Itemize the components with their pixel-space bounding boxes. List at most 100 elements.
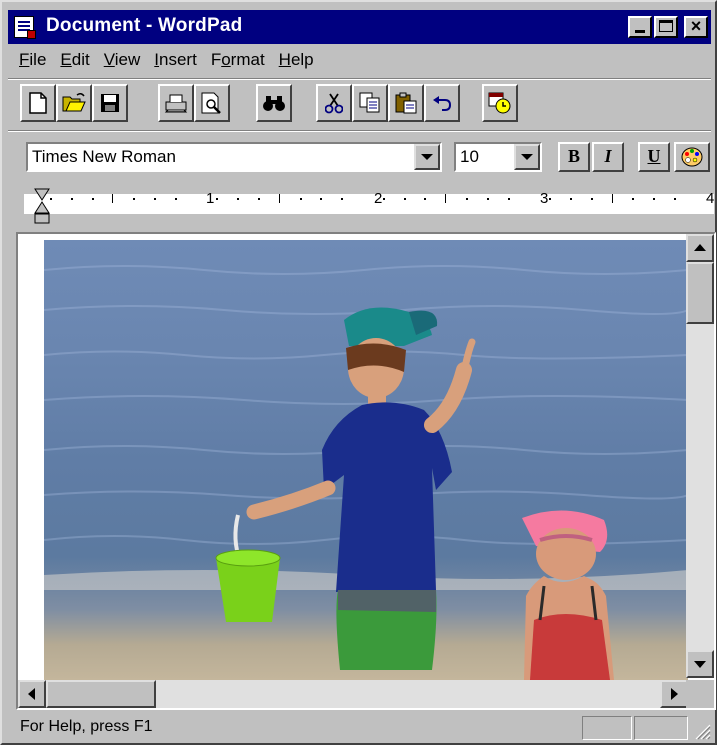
ruler-number-4: 4 (706, 190, 715, 207)
document-area[interactable] (16, 232, 716, 710)
menu-help[interactable]: Help (272, 48, 321, 70)
ruler-tick (174, 198, 177, 200)
print-button[interactable] (158, 84, 194, 122)
paste-button[interactable] (388, 84, 424, 122)
horizontal-scrollbar[interactable] (18, 680, 688, 708)
resize-grip-icon[interactable] (693, 722, 711, 740)
scroll-right-button[interactable] (660, 680, 688, 708)
format-bar: Times New Roman 10 B I U (2, 138, 717, 178)
italic-icon: I (604, 146, 612, 166)
embedded-photo[interactable] (44, 240, 688, 680)
font-size-combo[interactable]: 10 (454, 142, 542, 172)
italic-button[interactable]: I (592, 142, 624, 172)
find-icon (263, 96, 285, 111)
close-icon: × (690, 16, 702, 36)
ruler-tick (507, 198, 510, 200)
font-size-value: 10 (460, 147, 479, 166)
menu-file[interactable]: File (12, 48, 53, 70)
save-icon (101, 94, 119, 112)
ruler-tick (70, 198, 73, 200)
scrollbar-corner (686, 680, 714, 708)
status-panel-2 (634, 716, 688, 740)
ruler-tick (258, 198, 260, 200)
font-name-combo[interactable]: Times New Roman (26, 142, 442, 172)
ruler-tick (341, 198, 344, 200)
ruler-tick (112, 194, 114, 203)
ruler-tick (154, 198, 156, 200)
ruler-tick (91, 198, 94, 200)
green-bucket (215, 514, 281, 622)
font-name-dropdown-button[interactable] (414, 144, 440, 170)
status-panel-1 (582, 716, 632, 740)
girl-figure (522, 510, 614, 680)
ruler-tick (632, 198, 635, 200)
color-button[interactable] (674, 142, 710, 172)
boy-figure (246, 307, 476, 670)
insert-datetime-icon (488, 92, 511, 114)
title-bar[interactable]: Document - WordPad × (8, 10, 711, 44)
copy-icon (359, 92, 380, 113)
ruler-tick (424, 198, 427, 200)
ruler-tick (320, 198, 323, 200)
wordpad-window: Document - WordPad × File Edit View Insert F… (0, 0, 717, 745)
cut-icon (325, 93, 343, 114)
ruler-tick (674, 198, 676, 200)
ruler-tick (237, 198, 240, 200)
print-icon (164, 94, 188, 113)
ruler-tick (403, 198, 406, 200)
ruler-tick (590, 198, 593, 200)
new-icon (29, 92, 47, 114)
new-button[interactable] (20, 84, 56, 122)
wordpad-document-icon[interactable] (14, 16, 36, 39)
open-button[interactable] (56, 84, 92, 122)
insert-datetime-button[interactable] (482, 84, 518, 122)
cut-button[interactable] (316, 84, 352, 122)
maximize-button[interactable] (654, 16, 678, 38)
ruler-number-2: 2 (374, 190, 383, 207)
indent-marker-icon[interactable] (34, 188, 50, 226)
color-palette-icon (681, 147, 703, 167)
ruler-tick (445, 194, 447, 203)
minimize-button[interactable] (628, 16, 652, 38)
open-icon (62, 93, 86, 112)
print-preview-button[interactable] (194, 84, 230, 122)
print-preview-icon (201, 92, 221, 114)
beach-photo-image (44, 265, 688, 680)
save-button[interactable] (92, 84, 128, 122)
copy-button[interactable] (352, 84, 388, 122)
find-button[interactable] (256, 84, 292, 122)
ruler-tick (570, 198, 572, 200)
vertical-scrollbar[interactable] (686, 234, 714, 678)
scroll-down-button[interactable] (686, 650, 714, 678)
menu-format[interactable]: Format (204, 48, 272, 70)
menu-bar: File Edit View Insert Format Help (12, 48, 321, 76)
status-help-text: For Help, press F1 (20, 718, 153, 735)
horizontal-scroll-thumb[interactable] (46, 680, 156, 708)
undo-icon (433, 96, 452, 111)
ruler-tick (549, 198, 552, 200)
ruler-strip (24, 194, 714, 214)
ruler-number-3: 3 (540, 190, 549, 207)
scroll-up-button[interactable] (686, 234, 714, 262)
undo-button[interactable] (424, 84, 460, 122)
close-button[interactable]: × (684, 16, 708, 38)
menu-insert[interactable]: Insert (147, 48, 204, 70)
font-size-dropdown-button[interactable] (514, 144, 540, 170)
vertical-scroll-thumb[interactable] (686, 262, 714, 324)
bold-button[interactable]: B (558, 142, 590, 172)
bold-icon: B (567, 146, 580, 166)
toolbar-separator (8, 130, 711, 132)
menu-edit[interactable]: Edit (53, 48, 96, 70)
scroll-left-button[interactable] (18, 680, 46, 708)
menu-view[interactable]: View (97, 48, 148, 70)
ruler[interactable]: 1 2 3 4 (20, 188, 715, 228)
ruler-number-1: 1 (206, 190, 215, 207)
underline-icon: U (647, 146, 661, 166)
ruler-tick (653, 198, 656, 200)
ruler-tick (611, 194, 613, 203)
font-name-value: Times New Roman (32, 147, 176, 166)
menu-separator (8, 78, 711, 80)
ruler-tick (50, 198, 52, 200)
underline-button[interactable]: U (638, 142, 670, 172)
ruler-tick (466, 198, 468, 200)
